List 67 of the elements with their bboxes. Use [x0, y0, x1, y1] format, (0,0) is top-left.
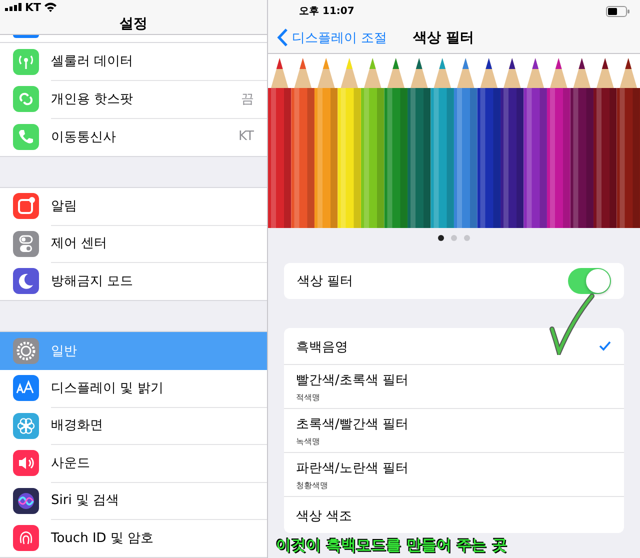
- filter-label: 초록색/빨간색 필터: [296, 416, 409, 433]
- settings-label: 이동통신사: [51, 128, 116, 146]
- chevron-left-icon: [277, 28, 288, 47]
- annotation-text: 이것이 흑백모드를 만들어 주는 곳: [276, 536, 507, 555]
- filter-option[interactable]: 파란색/노란색 필터 청황색맹: [284, 453, 624, 497]
- speaker-icon: [13, 450, 39, 476]
- signal-icon: [5, 3, 22, 12]
- gear-icon: [13, 338, 39, 364]
- filter-option[interactable]: 초록색/빨간색 필터 녹색맹: [284, 409, 624, 453]
- settings-item[interactable]: 제어 센터: [0, 225, 267, 262]
- settings-label: 배경화면: [51, 417, 103, 434]
- back-button[interactable]: 디스플레이 조절: [277, 28, 388, 47]
- filter-option[interactable]: 빨간색/초록색 필터 적색맹: [284, 365, 624, 409]
- phone-icon: [13, 124, 39, 150]
- filter-label: 파란색/노란색 필터: [296, 460, 409, 477]
- fingerprint-icon: [13, 525, 39, 552]
- settings-label: Siri 및 검색: [51, 492, 120, 510]
- settings-label: 디스플레이 및 밝기: [51, 380, 164, 397]
- settings-label: 알림: [51, 198, 77, 215]
- wifi-icon: [44, 2, 58, 12]
- page-dot[interactable]: [438, 235, 444, 241]
- settings-item[interactable]: 사운드: [0, 444, 267, 482]
- flower-icon: [13, 412, 39, 439]
- settings-item[interactable]: 방해금지 모드: [0, 262, 267, 300]
- toggle-switch[interactable]: [568, 268, 611, 294]
- settings-value: KT: [238, 129, 254, 144]
- filter-label: 색상 색조: [296, 508, 352, 524]
- filter-subtitle: 청황색맹: [296, 480, 329, 491]
- battery-icon: [606, 6, 630, 16]
- settings-label: 방해금지 모드: [51, 273, 134, 290]
- sidebar-title: 설정: [120, 15, 148, 34]
- page-dot[interactable]: [451, 235, 457, 241]
- settings-label: Touch ID 및 암호: [51, 530, 154, 548]
- link-icon: [13, 86, 39, 112]
- handdrawn-checkmark-drawing: [549, 293, 595, 355]
- settings-label: 개인용 핫스팟: [51, 90, 134, 108]
- moon-icon: [13, 268, 39, 294]
- setting-label: 색상 필터: [297, 273, 354, 290]
- settings-item[interactable]: 셀룰러 데이터: [0, 43, 267, 80]
- filter-option[interactable]: 색상 색조: [284, 497, 624, 533]
- page-title: 색상 필터: [413, 28, 474, 46]
- settings-value: 끔: [241, 90, 254, 108]
- notification-icon: [13, 193, 39, 220]
- settings-item[interactable]: Siri 및 검색: [0, 482, 267, 520]
- filter-subtitle: 적색맹: [296, 392, 321, 403]
- page-dot[interactable]: [464, 235, 470, 241]
- settings-item[interactable]: Touch ID 및 암호: [0, 520, 267, 557]
- siri-icon: [13, 488, 39, 514]
- settings-label: 셀룰러 데이터: [51, 53, 134, 70]
- filter-subtitle: 녹색맹: [296, 436, 321, 447]
- filter-label: 빨간색/초록색 필터: [296, 372, 409, 389]
- carrier-label: KT: [25, 0, 42, 14]
- text-size-icon: [13, 375, 39, 402]
- settings-item[interactable]: 디스플레이 및 밝기: [0, 370, 267, 407]
- filter-label: 흑백음영: [296, 338, 348, 356]
- settings-label: 제어 센터: [51, 235, 108, 252]
- filter-option[interactable]: 흑백음영: [284, 328, 624, 365]
- clock-time: 오후 11:07: [299, 5, 354, 18]
- antenna-icon: [13, 48, 39, 75]
- settings-label: 일반: [51, 342, 77, 360]
- settings-item[interactable]: 배경화면: [0, 407, 267, 444]
- settings-item[interactable]: 개인용 핫스팟 끔: [0, 80, 267, 118]
- switches-icon: [13, 230, 39, 257]
- settings-label: 사운드: [51, 454, 90, 472]
- settings-item[interactable]: 이동통신사 KT: [0, 118, 267, 156]
- app-icon: [13, 35, 39, 38]
- settings-item[interactable]: 알림: [0, 188, 267, 225]
